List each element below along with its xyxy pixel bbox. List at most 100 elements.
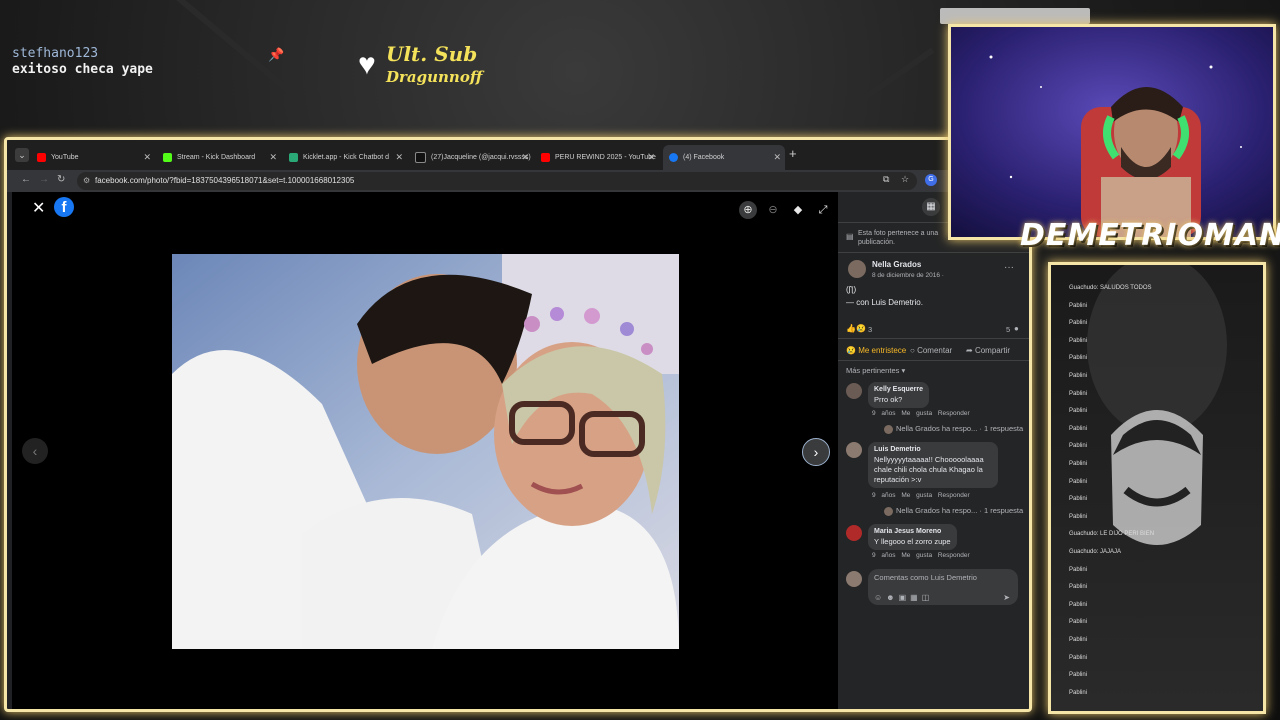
comment-author[interactable]: Luis Demetrio (874, 445, 992, 455)
reply-summary[interactable]: Nella Grados ha respo... · 1 respuesta (884, 506, 1023, 516)
author-avatar[interactable] (848, 260, 866, 278)
previous-photo-button[interactable]: ‹ (22, 438, 48, 464)
kick-icon (163, 152, 172, 162)
divider (838, 252, 1029, 253)
comment-author[interactable]: Maria Jesus Moreno (874, 527, 951, 537)
webcam-image (951, 27, 1273, 237)
close-icon[interactable]: ✕ (521, 145, 529, 170)
comment-meta[interactable]: 9 años Me gusta Responder (872, 552, 970, 559)
post-notice-icon: ▤ (846, 232, 854, 241)
next-photo-button[interactable]: › (802, 438, 830, 466)
url-text: facebook.com/photo/?fbid=183750439651807… (95, 176, 355, 185)
tab-label: (4) Facebook (683, 154, 725, 161)
profile-avatar[interactable]: G (925, 174, 937, 186)
tab-facebook[interactable]: (4) Facebook ✕ (663, 145, 785, 170)
chat-line: Pablini (1069, 373, 1088, 379)
reply-avatar (884, 506, 893, 516)
comment-icon: ○ (910, 346, 915, 355)
tab-tiktok[interactable]: (27)Jacqueline (@jacqui.rvssss) ✕ (415, 145, 533, 170)
menu-grid-icon[interactable]: ▦ (922, 198, 940, 216)
post-notice[interactable]: Esta foto pertenece a una publicación. (858, 229, 958, 247)
close-icon[interactable]: ✕ (647, 145, 655, 170)
chat-line: Pablini (1069, 408, 1088, 415)
comment-bubble: Kelly Esquerre Prro ok? (868, 382, 930, 408)
site-info-icon[interactable]: ⚙ (83, 172, 90, 190)
close-icon[interactable]: ✕ (395, 145, 403, 170)
chat-line: Guachudo: SALUDOS TODOS (1069, 285, 1152, 291)
share-button[interactable]: ➦ Compartir (966, 346, 1010, 355)
webcam-frame-bar (940, 8, 1090, 24)
comment-author[interactable]: Kelly Esquerre (874, 385, 923, 395)
zoom-out-icon[interactable]: ⊖ (764, 201, 782, 219)
tab-youtube[interactable]: YouTube ✕ (37, 145, 155, 170)
overlay-chat-user: stefhano123 (12, 46, 99, 61)
reply-summary[interactable]: Nella Grados ha respo... · 1 respuesta (884, 424, 1023, 434)
last-sub-label: Ult. Sub (386, 42, 478, 66)
comment-text: Y llegooo el zorro zupe (874, 537, 951, 546)
zoom-in-icon[interactable]: ⊕ (739, 201, 757, 219)
chat-line: Pablini (1069, 425, 1088, 432)
tab-bar: ⌄ YouTube ✕ Stream - Kick Dashboard ✕ Kick… (7, 140, 1029, 170)
facebook-logo-icon[interactable]: f (54, 197, 74, 217)
browser-window: ⌄ YouTube ✕ Stream - Kick Dashboard ✕ Kick… (4, 137, 1032, 712)
chat-line: Pablini (1069, 443, 1088, 450)
composer-tools[interactable]: ☺☻▣▦◫ (874, 593, 933, 602)
install-icon[interactable]: ⧉ (883, 174, 889, 185)
comment-input[interactable]: Comentas como Luis Demetrio ☺☻▣▦◫ ➤ (868, 569, 1018, 605)
fullscreen-icon[interactable]: ⤢ (814, 201, 832, 219)
photo-image (172, 254, 679, 649)
comment-bubble: Luis Demetrio Nellyyyyytaaaaa!! Choooool… (868, 442, 998, 488)
forward-icon[interactable]: → (39, 174, 49, 185)
commenter-avatar[interactable] (846, 442, 862, 458)
reaction-count[interactable]: 3 (868, 325, 872, 334)
tab-label: YouTube (51, 154, 79, 161)
reload-icon[interactable]: ↻ (57, 174, 65, 185)
my-avatar (846, 571, 862, 587)
close-icon[interactable]: ✕ (269, 145, 277, 170)
chat-line: Pablini (1069, 496, 1088, 503)
comment-button[interactable]: ○ Comentar (910, 346, 952, 355)
close-icon[interactable]: ✕ (773, 145, 781, 170)
reaction-icons[interactable]: 👍😢 (846, 324, 866, 333)
youtube-icon (37, 152, 46, 162)
tab-label: PERU REWIND 2025 - YouTube (555, 154, 656, 161)
chat-line: Pablini (1069, 601, 1088, 608)
heart-icon: ♥ (358, 48, 376, 81)
webcam-feed (948, 24, 1276, 240)
close-icon[interactable]: ✕ (143, 145, 151, 170)
last-sub-name: Dragunnoff (386, 68, 483, 86)
commenter-avatar[interactable] (846, 383, 862, 399)
back-icon[interactable]: ← (21, 174, 31, 185)
chat-line: Pablini (1069, 566, 1088, 573)
divider (838, 360, 1029, 361)
author-name[interactable]: Nella Grados (872, 260, 921, 269)
chat-line: Pablini (1069, 619, 1088, 626)
more-options-icon[interactable]: ··· (1004, 262, 1014, 273)
send-icon[interactable]: ➤ (1003, 593, 1010, 602)
commenter-avatar[interactable] (846, 525, 862, 541)
tag-icon[interactable]: ◆ (789, 201, 807, 219)
url-field[interactable]: ⚙ facebook.com/photo/?fbid=1837504396518… (77, 172, 917, 190)
tab-search-icon[interactable]: ⌄ (15, 148, 29, 162)
tab-kick-dashboard[interactable]: Stream - Kick Dashboard ✕ (163, 145, 281, 170)
close-icon[interactable]: ✕ (32, 198, 45, 218)
chat-line: Pablini (1069, 672, 1088, 679)
reply-avatar (884, 424, 893, 434)
sad-react-button[interactable]: 😢 Me entristece (846, 346, 906, 355)
post-date[interactable]: 8 de diciembre de 2016 · (872, 272, 944, 279)
tab-peru-rewind[interactable]: PERU REWIND 2025 - YouTube ✕ (541, 145, 659, 170)
stream-chat-box: Guachudo: SALUDOS TODOS Pablini Pablini Pab… (1048, 262, 1266, 714)
new-tab-button[interactable]: + (789, 146, 797, 161)
comment-meta[interactable]: 9 años Me gusta Responder (872, 492, 970, 499)
photo (172, 254, 679, 649)
bookmark-star-icon[interactable]: ☆ (901, 174, 909, 185)
comment-count[interactable]: 5 (1006, 325, 1010, 334)
tab-kicklet[interactable]: Kicklet.app - Kick Chatbot d ✕ (289, 145, 407, 170)
share-label: Compartir (974, 346, 1011, 355)
post-details-panel: ▦ ▤ Esta foto pertenece a una publicació… (838, 192, 1029, 709)
tab-label: (27)Jacqueline (@jacqui.rvssss) (431, 154, 531, 161)
comment-meta[interactable]: 9 años Me gusta Responder (872, 410, 970, 417)
reply-text: Nella Grados ha respo... · 1 respuesta (896, 506, 1024, 515)
sort-comments-dropdown[interactable]: Más pertinentes ▾ (846, 366, 905, 375)
chevron-down-icon: ▾ (901, 366, 906, 375)
